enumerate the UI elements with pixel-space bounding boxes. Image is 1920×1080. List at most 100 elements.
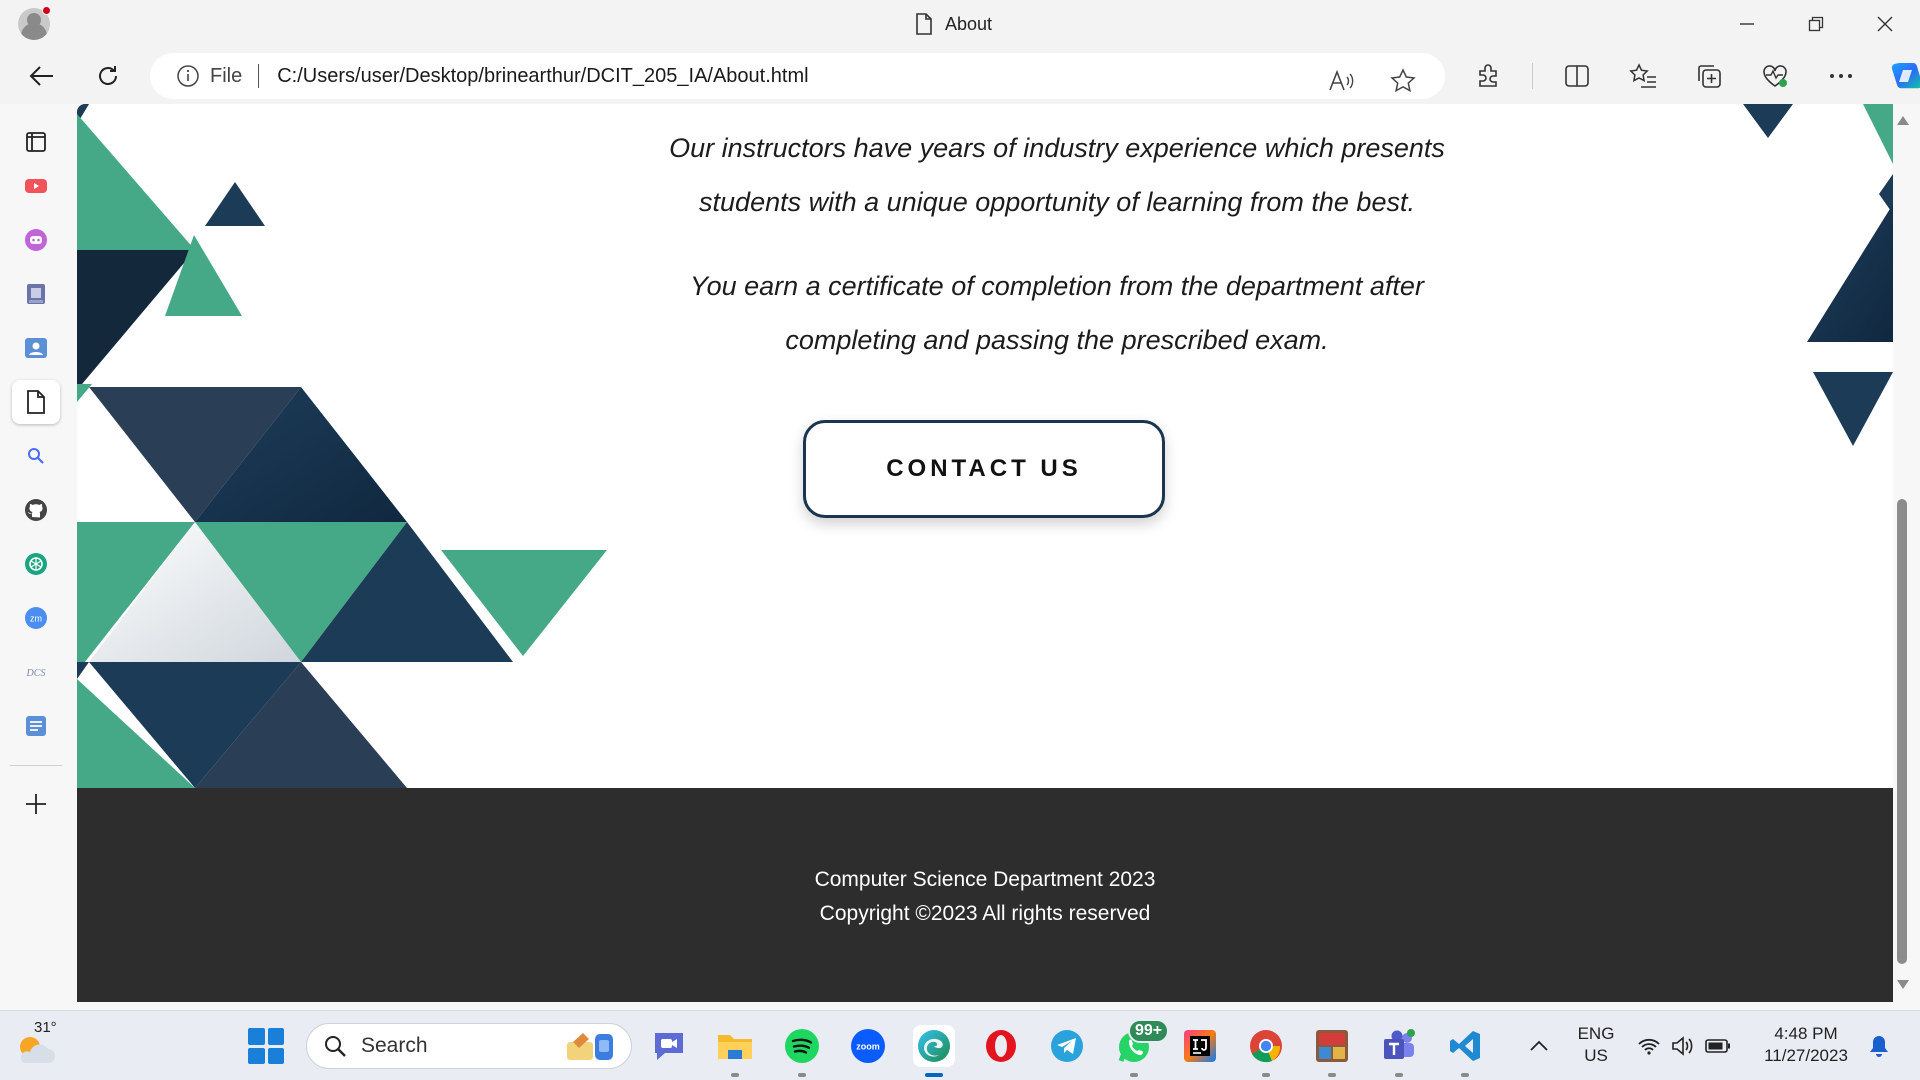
taskbar-search[interactable]: Search: [306, 1023, 632, 1069]
heart-pulse-icon: [1763, 65, 1787, 87]
sidebar-item-zoom[interactable]: zm: [12, 596, 60, 640]
sidebar-item-chatgpt[interactable]: [12, 542, 60, 586]
scroll-thumb[interactable]: [1897, 499, 1907, 964]
system-tray-status[interactable]: [1634, 1025, 1734, 1067]
svg-text:zm: zm: [30, 614, 42, 624]
favorites-button[interactable]: [1621, 56, 1665, 96]
taskbar-search-label: Search: [361, 1034, 428, 1057]
taskbar-app-game[interactable]: [1311, 1025, 1353, 1077]
read-aloud-button[interactable]: [1319, 61, 1363, 101]
sidebar-item-search[interactable]: [12, 434, 60, 478]
page-scrollbar[interactable]: [1893, 104, 1911, 1002]
show-hidden-icons-button[interactable]: [1518, 1025, 1560, 1067]
running-indicator: [1328, 1073, 1336, 1077]
scroll-up-arrow-icon[interactable]: [1897, 116, 1909, 125]
minimize-button[interactable]: [1727, 8, 1767, 40]
chatgpt-icon: [25, 553, 47, 575]
taskbar-app-meet[interactable]: [648, 1025, 690, 1067]
github-icon: [25, 499, 47, 521]
favorite-star-button[interactable]: [1381, 61, 1425, 101]
window-title: About: [915, 13, 992, 35]
search-magnifier-icon: [325, 1036, 346, 1057]
running-indicator: [1461, 1073, 1469, 1077]
language-code: ENG: [1577, 1024, 1615, 1043]
document-icon: [27, 390, 45, 414]
folder-icon: [718, 1035, 752, 1059]
plus-icon: [26, 794, 46, 814]
battery-icon: [1705, 1039, 1730, 1053]
split-screen-button[interactable]: [1555, 56, 1599, 96]
sidebar-item-notes[interactable]: [12, 704, 60, 748]
taskbar-app-edge[interactable]: [913, 1025, 955, 1077]
notifications-button[interactable]: [1858, 1025, 1900, 1067]
dcs-logo-icon: DCS: [26, 668, 46, 679]
sidebar-item-university[interactable]: [12, 272, 60, 316]
search-icon: [28, 448, 44, 464]
url-divider: [258, 64, 260, 88]
sidebar-item-youtube[interactable]: [12, 164, 60, 208]
sidebar-divider: [10, 765, 62, 766]
sidebar-add-button[interactable]: [12, 782, 60, 826]
profile-notification-dot: [42, 6, 51, 15]
clock[interactable]: 4:48 PM 11/27/2023: [1752, 1023, 1860, 1067]
taskbar-app-spotify[interactable]: [781, 1025, 823, 1077]
collections-icon: [1698, 65, 1721, 88]
left-triangle-decoration: [77, 104, 607, 788]
close-window-button[interactable]: [1865, 8, 1905, 40]
clock-time: 4:48 PM: [1774, 1024, 1838, 1043]
game-thumbnail-icon: [1316, 1030, 1348, 1062]
sidebar-item-dcs[interactable]: DCS: [12, 650, 60, 694]
about-paragraph-line-3: You earn a certificate of completion fro…: [690, 271, 1424, 301]
taskbar-app-zoom[interactable]: zoom: [847, 1025, 889, 1067]
edge-browser-icon: [918, 1030, 950, 1062]
telegram-icon: [1051, 1030, 1083, 1062]
taskbar-app-vscode[interactable]: [1444, 1025, 1486, 1077]
info-icon: [177, 65, 199, 87]
address-bar[interactable]: File C:/Users/user/Desktop/brinearthur/D…: [150, 53, 1445, 99]
restore-button[interactable]: [1796, 8, 1836, 40]
url-text[interactable]: C:/Users/user/Desktop/brinearthur/DCIT_2…: [277, 65, 808, 88]
back-button[interactable]: [22, 58, 62, 94]
volume-icon: [1672, 1036, 1693, 1056]
start-button[interactable]: [248, 1028, 284, 1064]
footer-department: Computer Science Department 2023: [814, 868, 1156, 891]
copilot-button[interactable]: [1885, 56, 1920, 96]
running-indicator: [731, 1073, 739, 1077]
collections-button[interactable]: [1687, 56, 1731, 96]
youtube-icon: [25, 179, 47, 193]
running-indicator: [1130, 1073, 1138, 1077]
wifi-icon: [1638, 1038, 1660, 1055]
back-arrow-icon: [29, 66, 53, 86]
taskbar-app-telegram[interactable]: [1046, 1025, 1088, 1067]
search-highlight-icon: [567, 1033, 613, 1060]
more-options-button[interactable]: [1819, 56, 1863, 96]
taskbar-app-intellij[interactable]: [1179, 1025, 1221, 1067]
taskbar-app-teams[interactable]: [1378, 1025, 1420, 1077]
navigation-bar: File C:/Users/user/Desktop/brinearthur/D…: [0, 48, 1920, 104]
contact-us-button[interactable]: CONTACT US: [803, 420, 1165, 518]
sidebar-item-github[interactable]: [12, 488, 60, 532]
sidebar-item-tab-actions[interactable]: [12, 120, 60, 164]
taskbar-app-opera[interactable]: [980, 1025, 1022, 1067]
restore-icon: [1808, 16, 1824, 32]
zoom-icon: zm: [25, 607, 47, 629]
footer-copyright: Copyright ©2023 All rights reserved: [819, 902, 1151, 925]
zoom-app-icon: zoom: [851, 1029, 885, 1063]
window-title-text: About: [945, 13, 993, 34]
star-icon: [1390, 68, 1416, 93]
site-info-button[interactable]: File: [176, 64, 242, 88]
chat-bot-icon: [25, 229, 47, 251]
taskbar-app-file-explorer[interactable]: [714, 1025, 756, 1077]
svg-text:DCS: DCS: [26, 668, 46, 679]
sidebar-item-contacts[interactable]: [12, 326, 60, 370]
extensions-button[interactable]: [1466, 56, 1510, 96]
sidebar-item-document-active[interactable]: [12, 380, 60, 424]
taskbar-app-chrome[interactable]: [1245, 1025, 1287, 1077]
clock-date: 11/27/2023: [1764, 1046, 1848, 1065]
copilot-icon: [1891, 63, 1920, 89]
sidebar-item-chat[interactable]: [12, 218, 60, 262]
refresh-button[interactable]: [88, 58, 128, 94]
language-indicator[interactable]: ENG US: [1572, 1023, 1620, 1067]
browser-essentials-button[interactable]: [1753, 56, 1797, 96]
scroll-down-arrow-icon[interactable]: [1897, 980, 1909, 989]
